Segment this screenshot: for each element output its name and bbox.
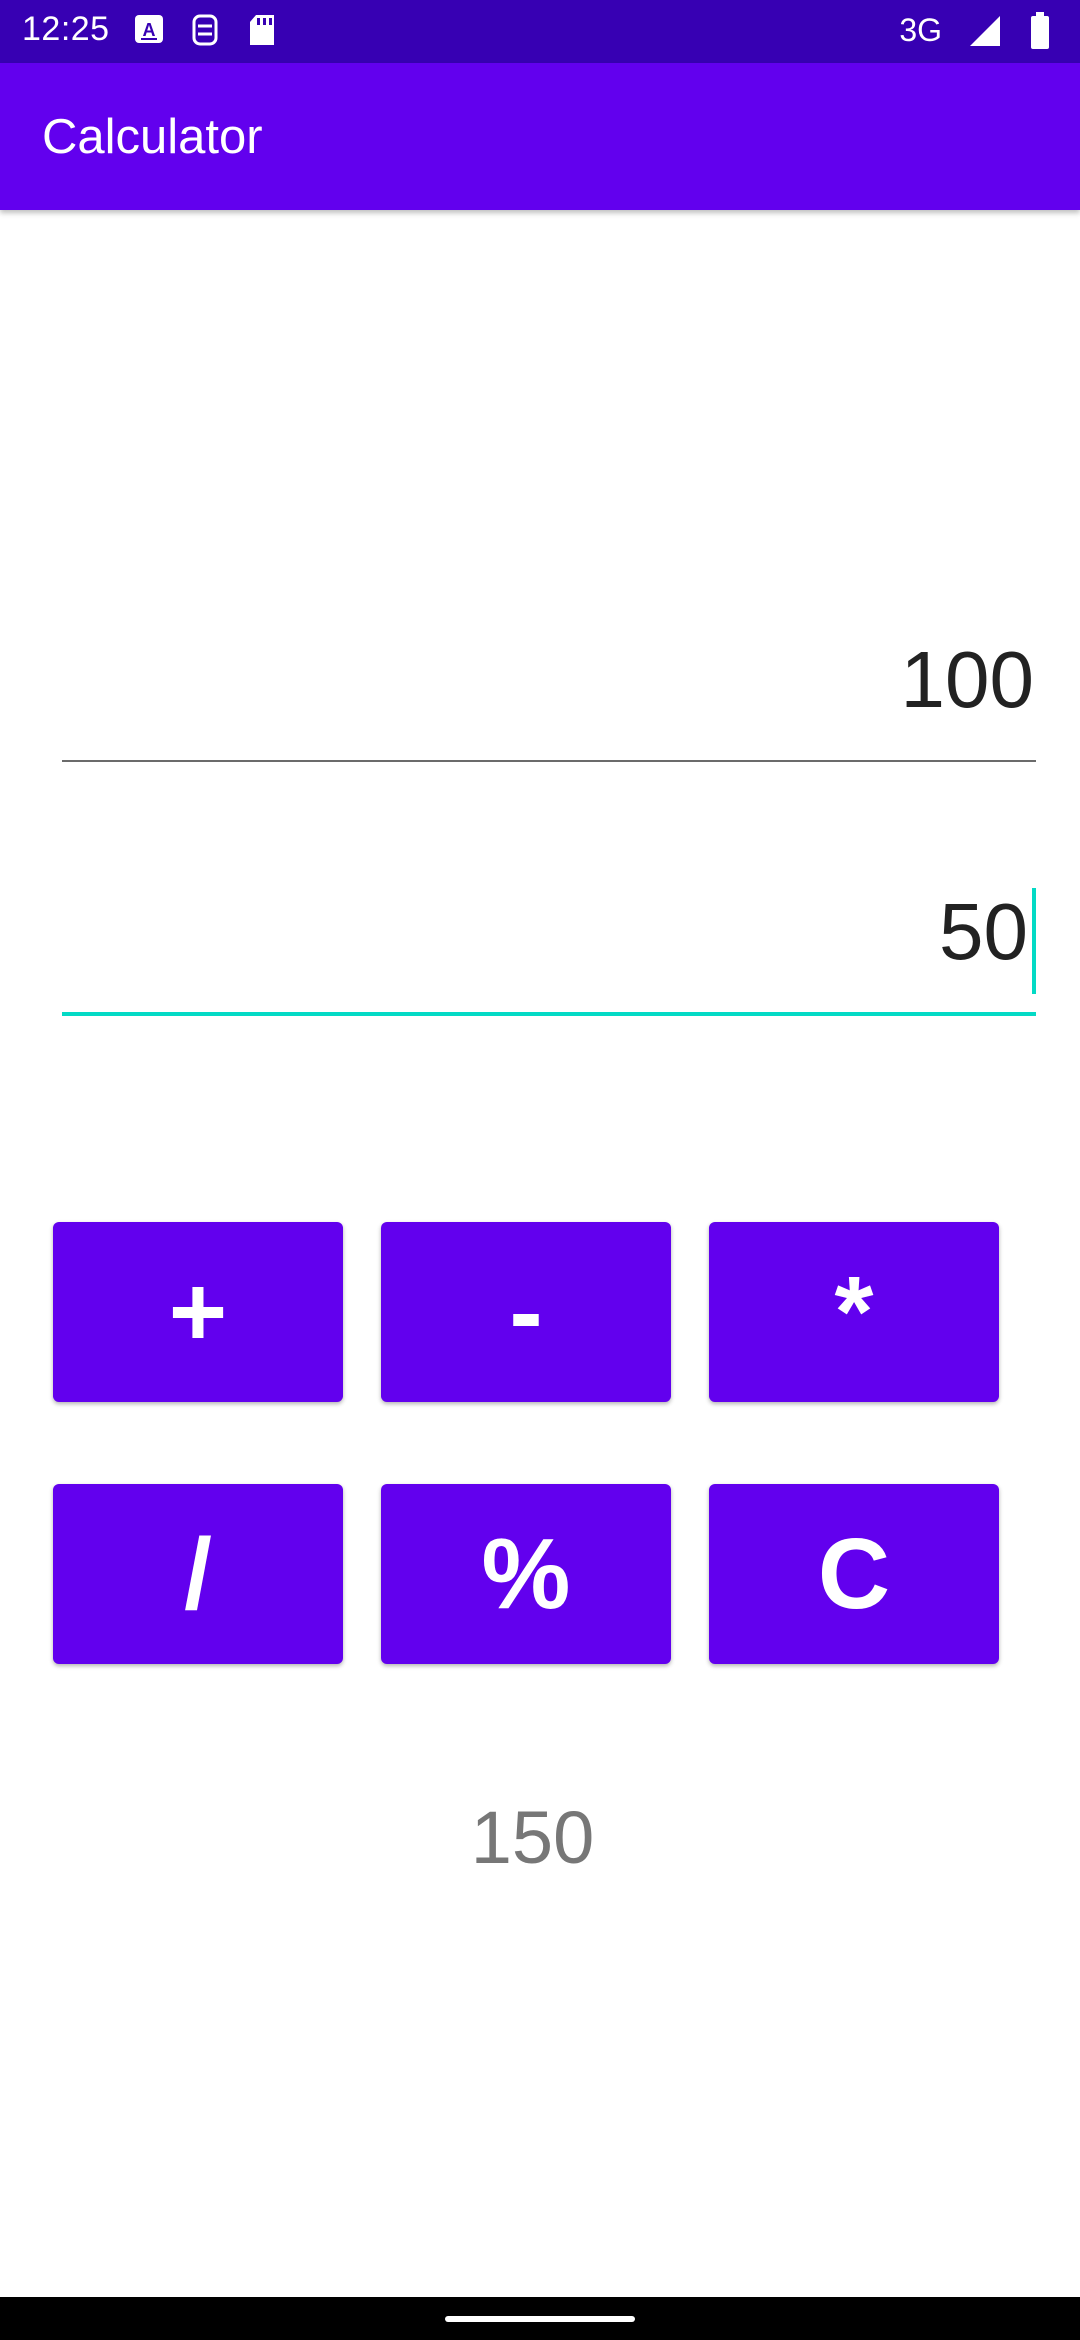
status-bar: 12:25 A 3G bbox=[0, 0, 1080, 63]
signal-icon bbox=[968, 14, 1002, 53]
sd-card-icon bbox=[248, 14, 276, 51]
clear-button[interactable]: C bbox=[709, 1484, 999, 1664]
svg-text:A: A bbox=[143, 20, 156, 40]
home-gesture-handle[interactable] bbox=[445, 2316, 635, 2322]
network-type: 3G bbox=[899, 12, 942, 48]
second-number-value[interactable]: 50 bbox=[939, 892, 1028, 972]
app-title: Calculator bbox=[42, 110, 263, 164]
keyboard-a-icon: A bbox=[134, 14, 164, 49]
percent-button[interactable]: % bbox=[381, 1484, 671, 1664]
add-button[interactable]: + bbox=[53, 1222, 343, 1402]
app-bar: Calculator bbox=[0, 63, 1080, 210]
navigation-bar bbox=[0, 2297, 1080, 2340]
battery-icon bbox=[1030, 12, 1050, 55]
multiply-button[interactable]: * bbox=[709, 1222, 999, 1402]
first-number-field[interactable]: 100 bbox=[62, 640, 1036, 766]
subtract-button[interactable]: - bbox=[381, 1222, 671, 1402]
status-time: 12:25 bbox=[22, 10, 110, 48]
second-number-field[interactable]: 50 bbox=[62, 888, 1036, 1020]
first-number-underline bbox=[62, 760, 1036, 762]
result-text: 150 bbox=[470, 1796, 595, 1879]
text-cursor bbox=[1032, 888, 1036, 994]
divide-button[interactable]: / bbox=[53, 1484, 343, 1664]
calculator-content: 100 50 + - * / % C 150 bbox=[0, 210, 1080, 2297]
accessibility-icon bbox=[190, 14, 220, 51]
second-number-underline bbox=[62, 1012, 1036, 1016]
first-number-value[interactable]: 100 bbox=[901, 640, 1034, 720]
